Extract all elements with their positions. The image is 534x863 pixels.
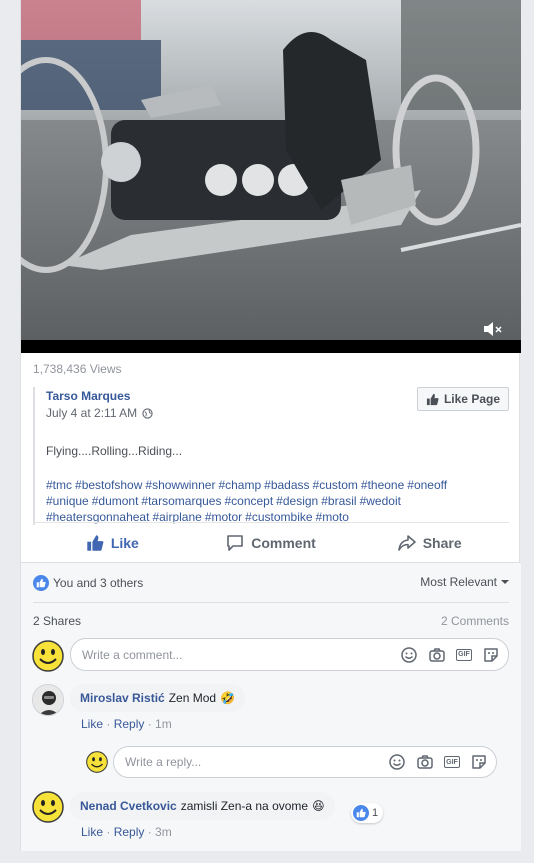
- reaction-summary[interactable]: You and 3 others: [33, 575, 143, 591]
- comment-input-placeholder: Write a comment...: [82, 647, 183, 662]
- video-frame: [21, 0, 521, 340]
- post-actions: Like Comment Share: [33, 522, 509, 562]
- like-reaction-icon: [33, 575, 49, 591]
- thumbs-up-icon: [87, 534, 104, 551]
- commenter-avatar[interactable]: [32, 684, 64, 716]
- commenter-name[interactable]: Nenad Cvetkovic: [80, 799, 177, 813]
- reply-input[interactable]: Write a reply... GIF: [113, 746, 497, 778]
- comment-label: Comment: [251, 534, 316, 551]
- caret-down-icon: [501, 580, 509, 584]
- hashtag[interactable]: #badass: [264, 478, 309, 492]
- user-avatar-smiley-icon: [32, 640, 64, 672]
- comment-text: zamisli Zen-a na ovome: [180, 799, 309, 813]
- comment-age[interactable]: 1m: [155, 717, 172, 731]
- gif-icon[interactable]: GIF: [456, 648, 472, 661]
- comment-button[interactable]: Comment: [192, 523, 351, 562]
- sticker-icon[interactable]: [482, 646, 500, 664]
- post-message: Flying....Rolling...Riding...: [46, 444, 183, 458]
- divider: [33, 602, 509, 603]
- comments-section: You and 3 others Most Relevant 2 Shares …: [21, 562, 521, 851]
- comment-reaction-count[interactable]: 1: [351, 803, 384, 823]
- share-button[interactable]: Share: [350, 523, 509, 562]
- reply-input-tools: GIF: [388, 747, 488, 777]
- hashtag[interactable]: #design: [276, 494, 318, 508]
- reaction-count-text: 1: [372, 807, 379, 819]
- hashtag[interactable]: #tmc: [46, 478, 72, 492]
- emoji-icon[interactable]: [388, 753, 406, 771]
- mute-icon[interactable]: [481, 318, 505, 340]
- share-count[interactable]: 2 Shares: [33, 614, 81, 628]
- like-label: Like: [110, 534, 139, 551]
- share-icon: [397, 534, 416, 551]
- comment-text: Zen Mod: [168, 691, 217, 705]
- hashtag[interactable]: #brasil: [321, 494, 356, 508]
- like-page-button[interactable]: Like Page: [416, 387, 509, 411]
- camera-icon[interactable]: [416, 753, 434, 771]
- hashtag[interactable]: #concept: [224, 494, 273, 508]
- gif-icon[interactable]: GIF: [444, 756, 460, 768]
- like-button[interactable]: Like: [33, 523, 192, 562]
- comment-like-link[interactable]: Like: [81, 825, 103, 839]
- comment-bubble: Nenad Cvetkovic zamisli Zen-a na ovome 😆: [70, 792, 335, 820]
- camera-icon[interactable]: [428, 646, 446, 664]
- comment-count[interactable]: 2 Comments: [441, 614, 509, 628]
- comment-input[interactable]: Write a comment... GIF: [70, 638, 509, 671]
- hashtag-list: #tmc #bestofshow #showwinner #champ #badass #…: [46, 477, 509, 525]
- hashtag[interactable]: #custom: [313, 478, 358, 492]
- profile-photo: [33, 685, 63, 715]
- video-player[interactable]: [21, 0, 521, 353]
- like-reaction-icon: [353, 805, 369, 821]
- hashtag[interactable]: #tarsomarques: [141, 494, 221, 508]
- comment-reply-link[interactable]: Reply: [114, 717, 145, 731]
- sticker-icon[interactable]: [470, 753, 488, 771]
- share-label: Share: [422, 534, 462, 551]
- post-body: Tarso Marques July 4 at 2:11 AM Like Pag…: [33, 387, 509, 525]
- video-controls-bar: [21, 340, 521, 353]
- comment-input-tools: GIF: [400, 639, 500, 670]
- hashtag[interactable]: #unique: [46, 494, 89, 508]
- sort-label: Most Relevant: [420, 575, 497, 589]
- comment-reply-link[interactable]: Reply: [114, 825, 145, 839]
- comment-age[interactable]: 3m: [155, 825, 172, 839]
- hashtag[interactable]: #showwinner: [145, 478, 215, 492]
- hashtag[interactable]: #bestofshow: [75, 478, 142, 492]
- comment-bubble: Miroslav Ristić Zen Mod 🤣: [70, 684, 246, 712]
- hashtag[interactable]: #wedoit: [360, 494, 401, 508]
- like-page-label: Like Page: [443, 392, 500, 406]
- post-time[interactable]: July 4 at 2:11 AM: [46, 406, 137, 420]
- commenter-avatar-smiley-icon[interactable]: [32, 791, 64, 823]
- hashtag[interactable]: #dumont: [92, 494, 139, 508]
- emoji-icon[interactable]: [400, 646, 418, 664]
- comment-sort-dropdown[interactable]: Most Relevant: [420, 575, 509, 589]
- hashtag[interactable]: #champ: [218, 478, 261, 492]
- user-avatar-smiley-icon: [86, 751, 108, 773]
- rofl-emoji: 🤣: [220, 691, 236, 705]
- laughing-emoji: 😆: [312, 799, 325, 813]
- hashtag[interactable]: #oneoff: [407, 478, 447, 492]
- reaction-summary-text: You and 3 others: [53, 576, 144, 590]
- reply-input-placeholder: Write a reply...: [125, 755, 202, 769]
- comment-meta: Like · Reply · 3m: [81, 825, 172, 839]
- hashtag[interactable]: #theone: [361, 478, 404, 492]
- comment-like-link[interactable]: Like: [81, 717, 103, 731]
- video-post-card: 1,738,436 Views Tarso Marques July 4 at …: [20, 0, 521, 851]
- view-count: 1,738,436 Views: [33, 362, 122, 376]
- comment-meta: Like · Reply · 1m: [81, 717, 172, 731]
- comment-icon: [227, 534, 244, 551]
- thumbs-up-icon: [426, 393, 439, 405]
- globe-icon: [142, 407, 153, 419]
- commenter-name[interactable]: Miroslav Ristić: [80, 691, 165, 705]
